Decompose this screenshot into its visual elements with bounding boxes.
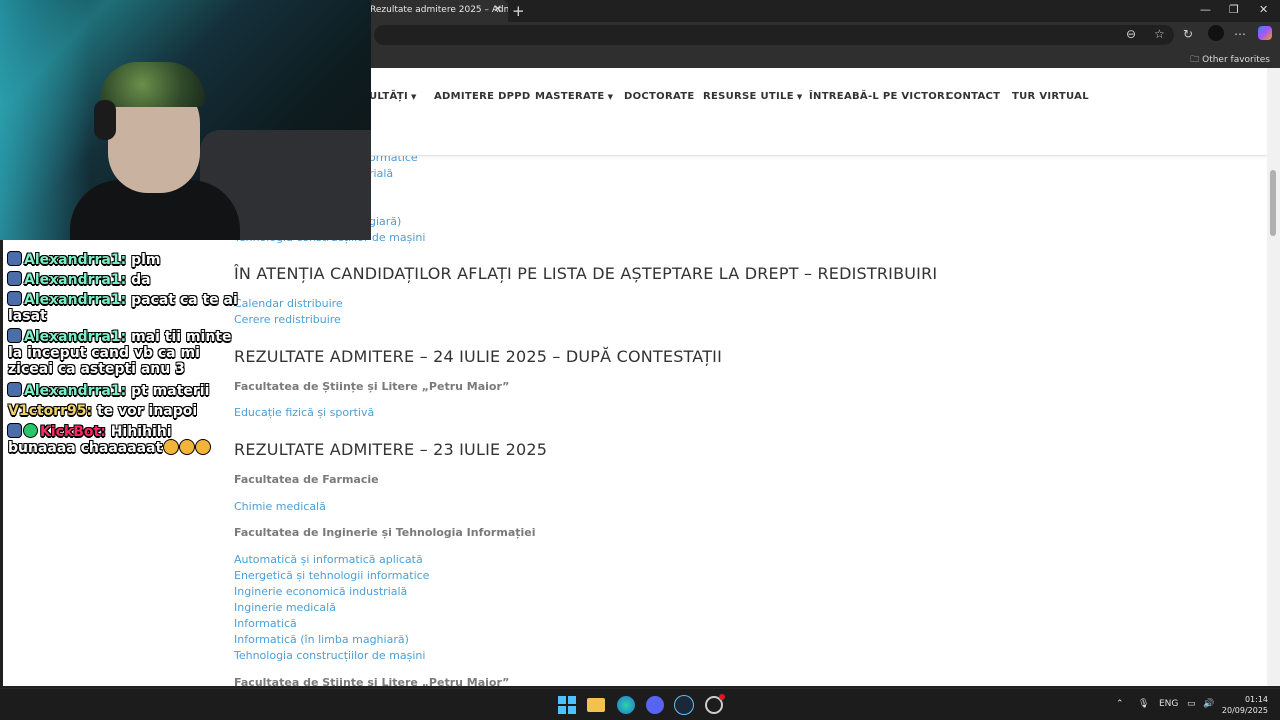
chat-message: Alexandrra1: mai tii minte la inceput ca… xyxy=(8,329,238,377)
moderator-badge-icon xyxy=(8,424,21,437)
chat-message: Alexandrra1: da xyxy=(8,272,238,288)
link-program[interactable]: Energetică și tehnologii informatice xyxy=(234,569,429,582)
nav-item-doctorate[interactable]: DOCTORATE xyxy=(624,91,694,102)
chat-message: V1ctorr95: te vor inapoi xyxy=(8,403,238,419)
faculty-title: Facultatea de Științe și Litere „Petru M… xyxy=(234,380,510,393)
chat-username: KickBot: xyxy=(40,424,106,440)
chat-message: Alexandrra1: pt materii xyxy=(8,383,238,399)
webcam-overlay xyxy=(0,0,371,240)
link-cerere-redistribuire[interactable]: Cerere redistribuire xyxy=(234,313,341,326)
steam-icon[interactable] xyxy=(675,696,693,714)
favorite-star-icon[interactable]: ☆ xyxy=(1154,27,1165,41)
moderator-badge-icon xyxy=(8,252,21,265)
nav-item-contact[interactable]: CONTACT xyxy=(946,91,1000,102)
chat-text: pt materii xyxy=(126,383,210,399)
link-program[interactable]: Informatică (în limba maghiară) xyxy=(234,633,409,646)
nav-item-intreaba-victor[interactable]: ÎNTREABĂ-L PE VICTOR! xyxy=(809,91,950,102)
nav-item-tur-virtual[interactable]: TUR VIRTUAL xyxy=(1012,91,1089,102)
scrollbar-thumb[interactable] xyxy=(1270,170,1276,236)
clock-time: 01:14 xyxy=(1244,695,1268,704)
other-favorites-folder[interactable]: 🗀 Other favorites xyxy=(1190,52,1270,68)
edge-browser-icon[interactable] xyxy=(617,696,635,714)
chat-text: te vor inapoi xyxy=(92,403,198,419)
caret-down-icon: ▼ xyxy=(410,93,417,101)
smile-emoji-icon xyxy=(164,440,179,454)
caret-down-icon: ▼ xyxy=(796,93,803,101)
copilot-icon[interactable] xyxy=(1258,26,1272,40)
chat-username: Alexandrra1: xyxy=(24,329,127,345)
caret-down-icon: ▼ xyxy=(607,93,614,101)
reader-mode-icon[interactable]: ⊖ xyxy=(1126,27,1136,41)
verified-badge-icon xyxy=(24,424,37,437)
nav-item-admitere-dppd[interactable]: ADMITERE DPPD xyxy=(434,91,531,102)
system-clock[interactable]: 01:14 20/09/2025 xyxy=(1222,694,1268,716)
headphones-icon xyxy=(94,100,116,140)
restore-icon[interactable]: ❐ xyxy=(1229,3,1239,16)
close-window-icon[interactable]: ✕ xyxy=(1259,3,1268,16)
new-tab-icon[interactable]: + xyxy=(512,2,525,20)
smile-emoji-icon xyxy=(180,440,195,454)
moderator-badge-icon xyxy=(8,272,21,285)
faculty-title: Facultatea de Științe și Litere „Petru M… xyxy=(234,676,510,686)
input-language[interactable]: ENG xyxy=(1159,699,1178,709)
faculty-title: Facultatea de Farmacie xyxy=(234,473,379,486)
windows-taskbar: ⌃ 🎙 ENG ▭ 🔊 01:14 20/09/2025 xyxy=(0,688,1280,720)
nav-item-masterate[interactable]: MASTERATE ▼ xyxy=(535,91,613,102)
smile-emoji-icon xyxy=(196,440,211,454)
chat-text: plm xyxy=(126,252,161,268)
more-options-icon[interactable]: ⋯ xyxy=(1234,27,1246,41)
chat-text: da xyxy=(126,272,151,288)
network-icon[interactable]: ▭ xyxy=(1187,699,1196,709)
file-explorer-icon[interactable] xyxy=(587,698,605,712)
page-scrollbar[interactable] xyxy=(1267,68,1280,686)
moderator-badge-icon xyxy=(8,329,21,342)
volume-icon[interactable]: 🔊 xyxy=(1203,699,1214,709)
moderator-badge-icon xyxy=(8,383,21,396)
profile-avatar-icon[interactable] xyxy=(1208,25,1224,41)
nav-item-resurse-utile[interactable]: RESURSE UTILE ▼ xyxy=(703,91,803,102)
tab-close-icon[interactable]: ✕ xyxy=(494,4,502,15)
chat-message: Alexandrra1: plm xyxy=(8,252,238,268)
moderator-badge-icon xyxy=(8,292,21,305)
show-hidden-icons-icon[interactable]: ⌃ xyxy=(1116,699,1124,709)
start-windows-icon[interactable] xyxy=(558,696,576,714)
clock-date: 20/09/2025 xyxy=(1221,706,1268,715)
other-favorites-label: Other favorites xyxy=(1202,55,1270,65)
link-program[interactable]: Automatică și informatică aplicată xyxy=(234,553,423,566)
chat-username: V1ctorr95: xyxy=(8,403,93,419)
discord-icon[interactable] xyxy=(646,696,664,714)
address-bar[interactable] xyxy=(374,25,1174,45)
microphone-icon[interactable]: 🎙 xyxy=(1138,699,1149,709)
chat-message: Alexandrra1: pacat ca te ai lasat xyxy=(8,292,238,324)
nav-item-facultati[interactable]: ULTĂȚI ▼ xyxy=(369,91,417,102)
link-program[interactable]: Inginerie economică industrială xyxy=(234,585,407,598)
refresh-icon[interactable]: ↻ xyxy=(1183,27,1193,41)
link-partial[interactable]: rială xyxy=(369,167,393,180)
section-heading-24-iulie: REZULTATE ADMITERE – 24 IULIE 2025 – DUP… xyxy=(234,347,723,366)
browser-tab-active[interactable]: Rezultate admitere 2025 – Admite ✕ xyxy=(366,0,508,22)
minimize-icon[interactable]: — xyxy=(1200,3,1211,16)
chat-username: Alexandrra1: xyxy=(24,272,127,288)
folder-icon: 🗀 xyxy=(1190,55,1203,65)
link-calendar-distribuire[interactable]: Calendar distribuire xyxy=(234,297,343,310)
link-educatie-fizica[interactable]: Educație fizică și sportivă xyxy=(234,406,374,419)
link-program[interactable]: Inginerie medicală xyxy=(234,601,336,614)
obs-icon[interactable] xyxy=(705,694,725,714)
link-chimie-medicala[interactable]: Chimie medicală xyxy=(234,500,326,513)
link-program[interactable]: Informatică xyxy=(234,617,297,630)
tab-title: Rezultate admitere 2025 – Admite xyxy=(370,5,508,15)
faculty-title: Facultatea de Inginerie și Tehnologia In… xyxy=(234,526,536,539)
chat-username: Alexandrra1: xyxy=(24,292,127,308)
link-program[interactable]: Tehnologia construcțiilor de mașini xyxy=(234,649,425,662)
chat-message: KickBot: Hihihihi bunaaaa chaaaaaat xyxy=(8,424,238,456)
chat-username: Alexandrra1: xyxy=(24,383,127,399)
section-heading-redistribuiri: ÎN ATENȚIA CANDIDAȚILOR AFLAȚI PE LISTA … xyxy=(234,264,938,283)
section-heading-23-iulie: REZULTATE ADMITERE – 23 IULIE 2025 xyxy=(234,440,548,459)
webcam-person-cap xyxy=(100,62,205,107)
link-partial[interactable]: giară) xyxy=(369,215,401,228)
chat-username: Alexandrra1: xyxy=(24,252,127,268)
